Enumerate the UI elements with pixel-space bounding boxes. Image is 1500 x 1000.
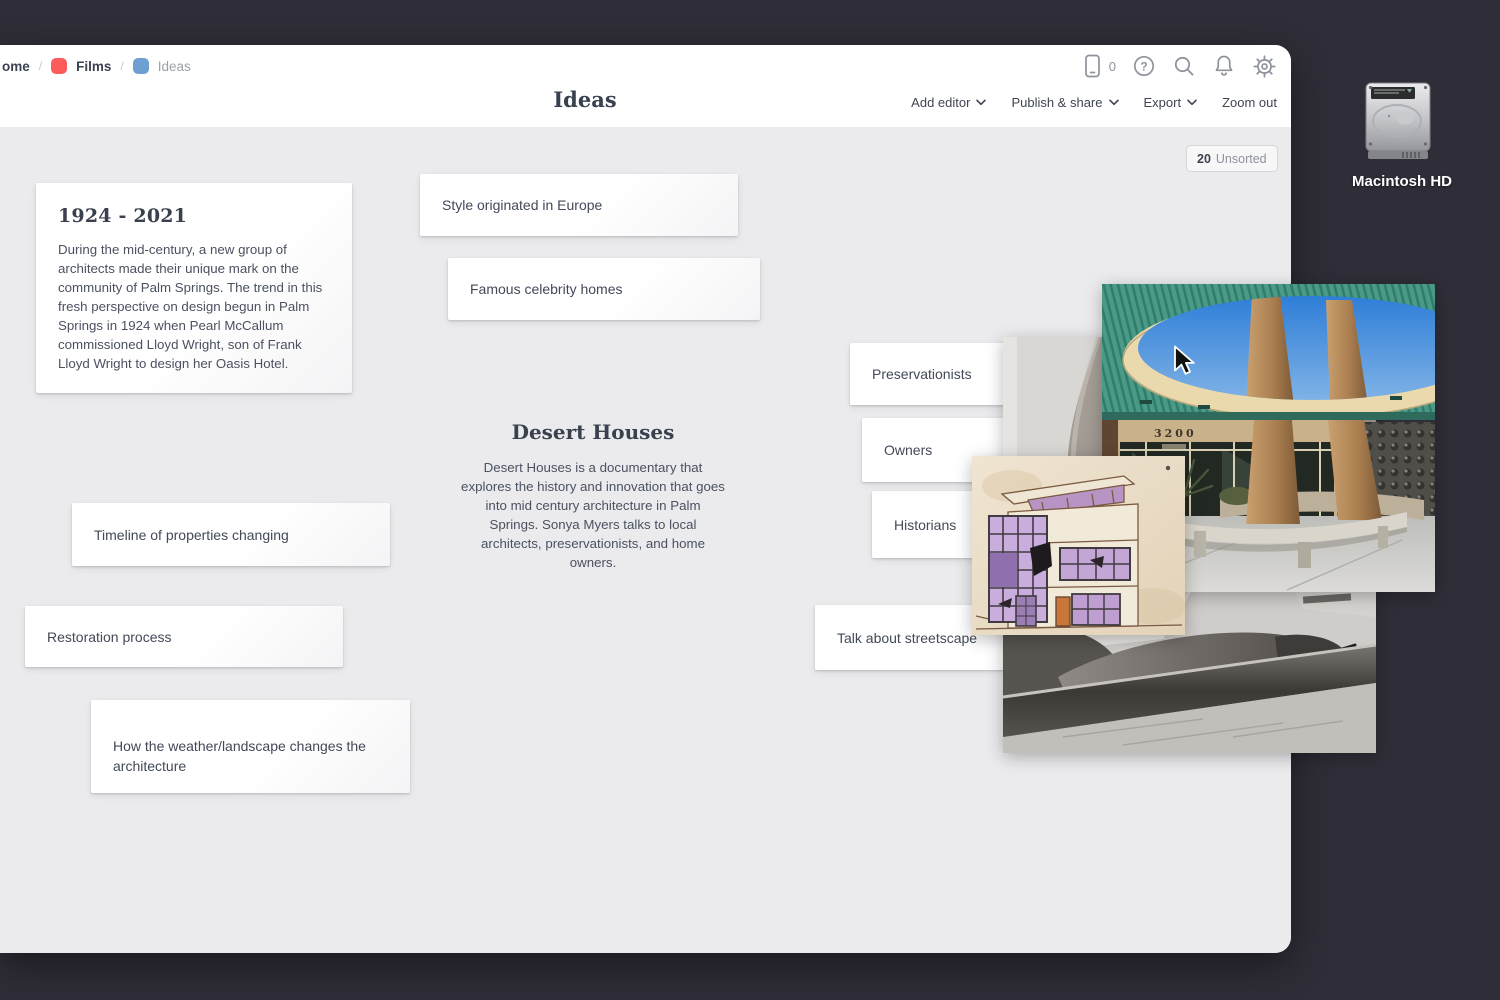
- desert-houses-title: Desert Houses: [511, 420, 675, 444]
- add-editor-button[interactable]: Add editor: [911, 95, 987, 110]
- breadcrumb-separator: /: [120, 59, 124, 73]
- publish-share-label: Publish & share: [1011, 95, 1103, 110]
- chevron-down-icon: [1187, 99, 1197, 106]
- breadcrumb-films[interactable]: Films: [76, 59, 111, 74]
- device-count: 0: [1108, 58, 1116, 74]
- export-label: Export: [1143, 95, 1182, 110]
- header-icon-row: 0 ?: [1082, 53, 1277, 79]
- card-style-originated[interactable]: Style originated in Europe: [420, 174, 738, 236]
- card-text: Style originated in Europe: [442, 197, 603, 213]
- building-number-sign: 3200: [1154, 427, 1197, 440]
- note-card-1924[interactable]: 1924 - 2021 During the mid-century, a ne…: [36, 183, 352, 393]
- zoom-out-button[interactable]: Zoom out: [1222, 95, 1277, 110]
- card-text: Restoration process: [47, 628, 172, 645]
- macintosh-hd-desktop-icon[interactable]: Macintosh HD: [1352, 80, 1453, 190]
- unsorted-badge[interactable]: 20 Unsorted: [1186, 145, 1278, 172]
- architecture-sketch-image[interactable]: [972, 456, 1185, 635]
- page-title[interactable]: Ideas: [553, 87, 616, 112]
- breadcrumb-home[interactable]: ome: [2, 59, 30, 74]
- breadcrumb-separator: /: [38, 59, 43, 73]
- card-text: Preservationists: [872, 366, 972, 382]
- ideas-board-icon: [132, 58, 149, 74]
- macintosh-hd-label: Macintosh HD: [1352, 173, 1453, 190]
- card-restoration-process[interactable]: Restoration process: [25, 606, 343, 667]
- card-text: Famous celebrity homes: [470, 281, 623, 297]
- note-body: During the mid-century, a new group of a…: [58, 242, 323, 371]
- export-button[interactable]: Export: [1144, 95, 1198, 110]
- settings-gear-icon[interactable]: [1252, 54, 1277, 79]
- card-text: Talk about streetscape: [837, 629, 978, 646]
- window-header: ome / Films / Ideas 0 ? Ideas Add editor…: [0, 45, 1291, 127]
- chevron-down-icon: [976, 99, 987, 106]
- desert-houses-body: Desert Houses is a documentary that expl…: [461, 460, 725, 570]
- card-famous-celebrity-homes[interactable]: Famous celebrity homes: [448, 258, 760, 320]
- breadcrumb-ideas[interactable]: Ideas: [158, 59, 191, 74]
- search-icon[interactable]: [1172, 54, 1196, 78]
- card-text: Owners: [884, 442, 933, 458]
- card-text: How the weather/landscape changes the ar…: [113, 737, 366, 774]
- notifications-bell-icon[interactable]: [1212, 53, 1236, 79]
- note-title: 1924 - 2021: [58, 205, 188, 227]
- help-icon[interactable]: ?: [1132, 54, 1156, 78]
- add-editor-label: Add editor: [911, 95, 971, 110]
- card-text: Historians: [894, 516, 957, 533]
- zoom-out-label: Zoom out: [1222, 95, 1277, 110]
- svg-text:?: ?: [1140, 59, 1147, 73]
- toolbar: Add editor Publish & share Export Zoom o…: [911, 95, 1277, 110]
- chevron-down-icon: [1108, 99, 1119, 106]
- device-preview-icon[interactable]: 0: [1082, 53, 1116, 79]
- mouse-cursor: [1172, 345, 1200, 382]
- card-text: Timeline of properties changing: [94, 526, 289, 543]
- card-weather-landscape[interactable]: How the weather/landscape changes the ar…: [91, 700, 410, 793]
- breadcrumb: ome / Films / Ideas: [2, 55, 191, 77]
- films-board-icon: [51, 58, 68, 74]
- hard-drive-icon: [1365, 82, 1431, 159]
- card-timeline-properties[interactable]: Timeline of properties changing: [72, 503, 390, 566]
- unsorted-count: 20: [1197, 151, 1211, 166]
- unsorted-label: Unsorted: [1215, 151, 1267, 166]
- publish-share-button[interactable]: Publish & share: [1011, 95, 1119, 110]
- desert-houses-block[interactable]: Desert Houses Desert Houses is a documen…: [460, 420, 726, 572]
